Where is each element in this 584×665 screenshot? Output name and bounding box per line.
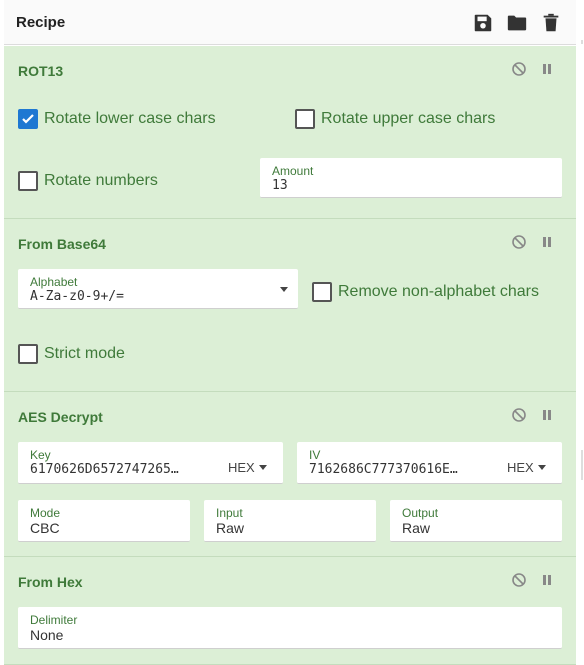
field-label: Mode	[30, 506, 61, 520]
iv-field[interactable]: IV 7162686C777370616E… HEX	[297, 442, 562, 484]
recipe-header: Recipe	[4, 0, 576, 45]
field-label: IV	[309, 448, 321, 462]
alphabet-select[interactable]: Alphabet A-Za-z0-9+/=	[18, 269, 298, 309]
op-from-hex: From Hex Delimiter None	[4, 557, 576, 665]
op-aes-decrypt: AES Decrypt Key 6170626D6572747265… HEX …	[4, 392, 576, 557]
field-label: Amount	[272, 164, 314, 178]
field-label: Input	[216, 506, 243, 520]
amount-input[interactable]: 13	[272, 178, 288, 193]
pause-icon[interactable]	[539, 61, 555, 77]
rotate-upper-checkbox[interactable]: Rotate upper case chars	[295, 109, 495, 129]
input-format-select[interactable]: Input Raw	[204, 500, 376, 542]
checkbox-checked[interactable]	[18, 109, 38, 129]
op-title: From Base64	[18, 236, 106, 252]
caret-down-icon	[258, 465, 267, 470]
chevron-down-icon[interactable]	[276, 287, 288, 292]
key-field[interactable]: Key 6170626D6572747265… HEX	[18, 442, 283, 484]
alphabet-value: A-Za-z0-9+/=	[30, 289, 124, 304]
output-format-value: Raw	[402, 520, 431, 536]
amount-field[interactable]: Amount 13	[260, 158, 562, 198]
op-rot13: ROT13 Rotate lower case chars Rotate upp…	[4, 46, 576, 219]
remove-non-alphabet-checkbox[interactable]: Remove non-alphabet chars	[312, 282, 539, 302]
delimiter-select[interactable]: Delimiter None	[18, 607, 562, 649]
iv-input[interactable]: 7162686C777370616E…	[309, 462, 484, 477]
checkbox-label: Rotate upper case chars	[321, 110, 496, 127]
checkbox-unchecked[interactable]	[18, 344, 38, 364]
rotate-lower-checkbox[interactable]: Rotate lower case chars	[18, 109, 216, 129]
disable-icon[interactable]	[511, 407, 527, 423]
disable-icon[interactable]	[511, 572, 527, 588]
strict-mode-checkbox[interactable]: Strict mode	[18, 344, 125, 364]
scrollbar-marker	[581, 40, 583, 44]
field-label: Alphabet	[30, 275, 78, 289]
folder-icon[interactable]	[506, 12, 528, 34]
checkbox-unchecked[interactable]	[18, 171, 38, 191]
pause-icon[interactable]	[539, 407, 555, 423]
field-label: Key	[30, 448, 51, 462]
pause-icon[interactable]	[539, 572, 555, 588]
op-from-base64: From Base64 Alphabet A-Za-z0-9+/= Remove…	[4, 219, 576, 392]
checkmark-icon	[22, 114, 34, 124]
recipe-panel: Recipe ROT13 Rotate lower case chars Rot…	[4, 0, 576, 665]
op-title: ROT13	[18, 63, 64, 79]
format-label: HEX	[228, 460, 255, 475]
checkbox-unchecked[interactable]	[312, 282, 332, 302]
op-title: From Hex	[18, 574, 83, 590]
input-format-value: Raw	[216, 520, 245, 536]
checkbox-label: Strict mode	[44, 345, 125, 362]
pause-icon[interactable]	[539, 234, 555, 250]
key-format-dropdown[interactable]: HEX	[228, 460, 267, 475]
mode-value: CBC	[30, 520, 60, 536]
delimiter-value: None	[30, 627, 64, 643]
iv-format-dropdown[interactable]: HEX	[507, 460, 546, 475]
op-title: AES Decrypt	[18, 409, 103, 425]
recipe-title: Recipe	[16, 14, 66, 31]
trash-icon[interactable]	[540, 12, 562, 34]
disable-icon[interactable]	[511, 234, 527, 250]
checkbox-label: Remove non-alphabet chars	[338, 283, 540, 300]
checkbox-label: Rotate lower case chars	[44, 110, 216, 127]
format-label: HEX	[507, 460, 534, 475]
rotate-numbers-checkbox[interactable]: Rotate numbers	[18, 171, 158, 191]
output-format-select[interactable]: Output Raw	[390, 500, 562, 542]
field-label: Output	[402, 506, 439, 520]
caret-down-icon	[537, 465, 546, 470]
checkbox-unchecked[interactable]	[295, 109, 315, 129]
key-input[interactable]: 6170626D6572747265…	[30, 462, 205, 477]
scrollbar-marker	[581, 450, 583, 480]
field-label: Delimiter	[30, 613, 78, 627]
save-icon[interactable]	[472, 12, 494, 34]
mode-select[interactable]: Mode CBC	[18, 500, 190, 542]
checkbox-label: Rotate numbers	[44, 172, 158, 189]
disable-icon[interactable]	[511, 61, 527, 77]
